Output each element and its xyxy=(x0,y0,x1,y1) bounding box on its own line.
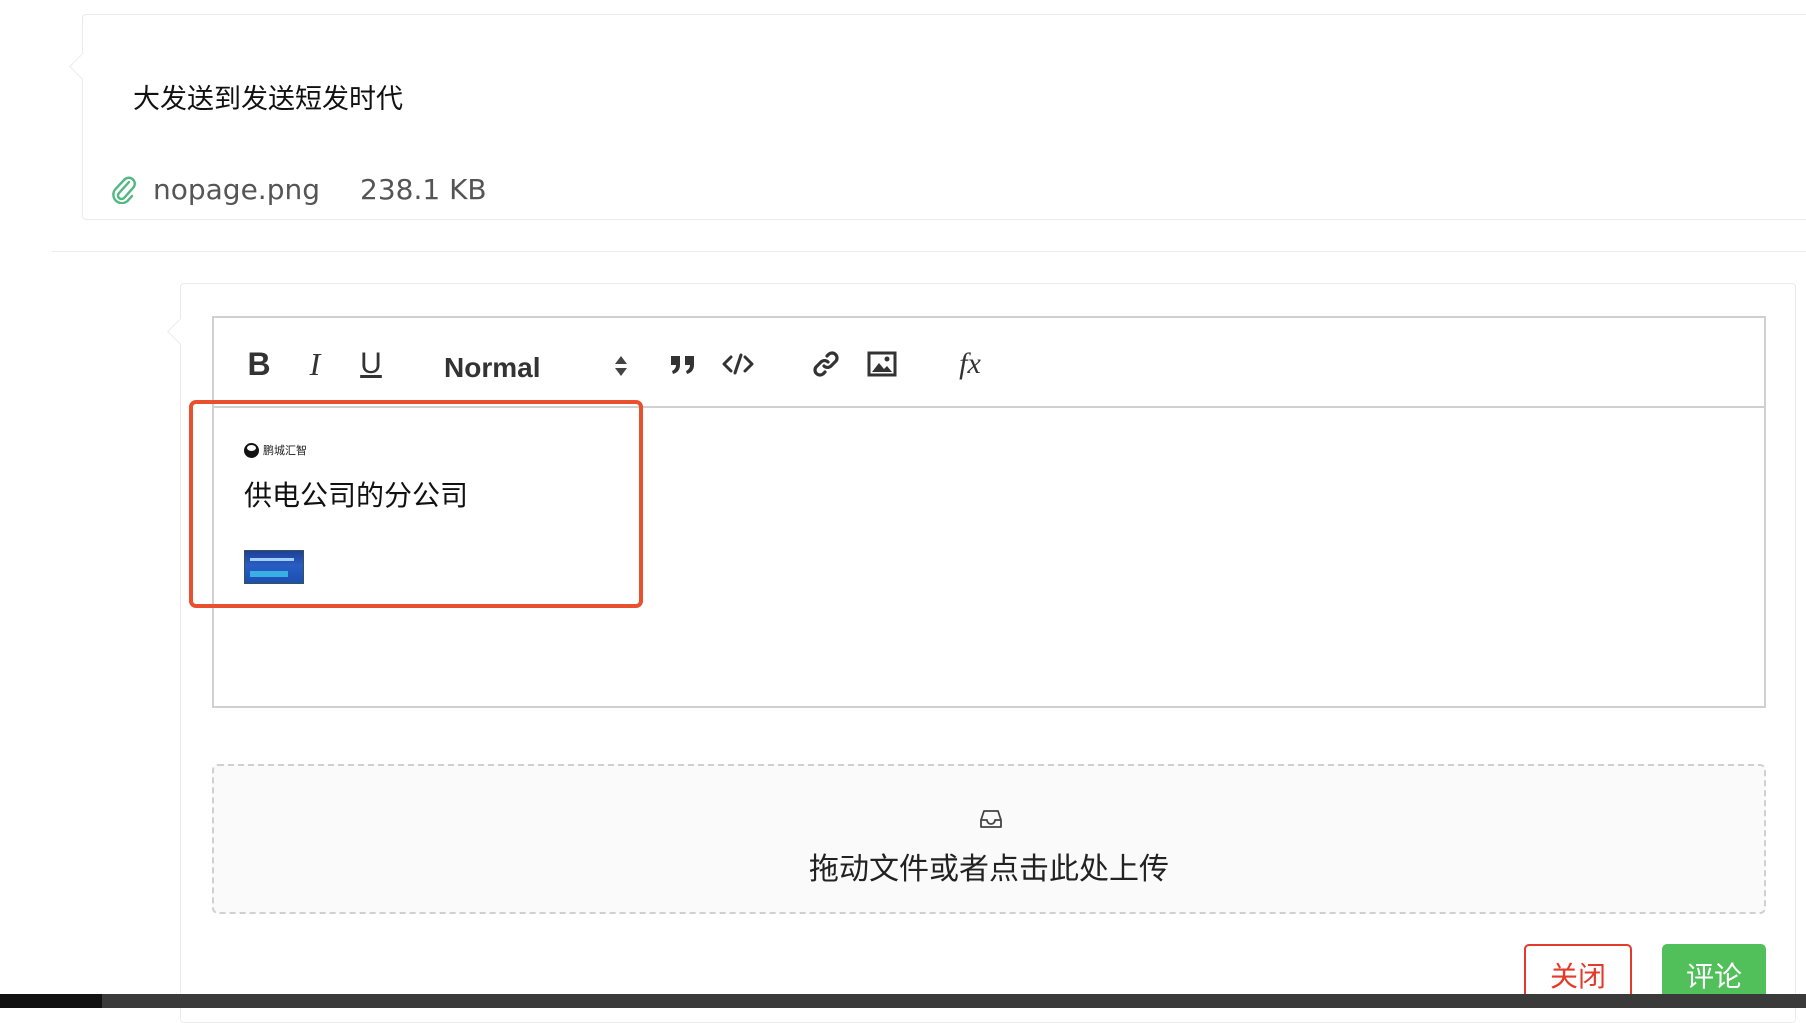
highlight-box xyxy=(189,400,643,608)
upload-dropzone[interactable]: 拖动文件或者点击此处上传 xyxy=(212,764,1766,914)
code-icon xyxy=(722,352,754,376)
select-arrows-icon xyxy=(614,355,628,381)
code-block-button[interactable] xyxy=(720,344,756,384)
quote-icon xyxy=(669,352,697,376)
bubble-arrow xyxy=(69,53,96,80)
attachment-file-name[interactable]: nopage.png xyxy=(153,173,320,206)
italic-icon: I xyxy=(309,345,321,382)
bottom-bar-left xyxy=(0,994,102,1008)
upload-text: 拖动文件或者点击此处上传 xyxy=(809,852,1169,887)
comment-card: 大发送到发送短发时代 nopage.png 238.1 KB xyxy=(69,14,1806,220)
attachment[interactable]: nopage.png 238.1 KB xyxy=(111,169,487,209)
divider xyxy=(52,251,1806,252)
comment-text: 大发送到发送短发时代 xyxy=(133,84,403,115)
attachment-file-size: 238.1 KB xyxy=(360,172,487,206)
formula-button[interactable]: fx xyxy=(950,344,990,384)
underline-button[interactable]: U xyxy=(354,344,388,384)
editor-toolbar: B I U Normal fx xyxy=(214,318,1764,408)
image-button[interactable] xyxy=(864,344,900,384)
underline-icon: U xyxy=(360,347,382,380)
paperclip-icon xyxy=(111,174,137,205)
link-button[interactable] xyxy=(808,344,844,384)
bottom-bar xyxy=(0,994,1806,1008)
bubble-arrow xyxy=(167,318,194,345)
italic-button[interactable]: I xyxy=(298,344,332,384)
format-select[interactable]: Normal xyxy=(444,348,628,388)
formula-icon: fx xyxy=(959,347,981,380)
format-select-value: Normal xyxy=(444,352,541,383)
inbox-icon xyxy=(979,808,1003,834)
link-icon xyxy=(810,348,842,380)
image-icon xyxy=(867,351,897,377)
bold-button[interactable]: B xyxy=(242,344,276,384)
bold-icon: B xyxy=(247,345,271,382)
blockquote-button[interactable] xyxy=(666,344,700,384)
